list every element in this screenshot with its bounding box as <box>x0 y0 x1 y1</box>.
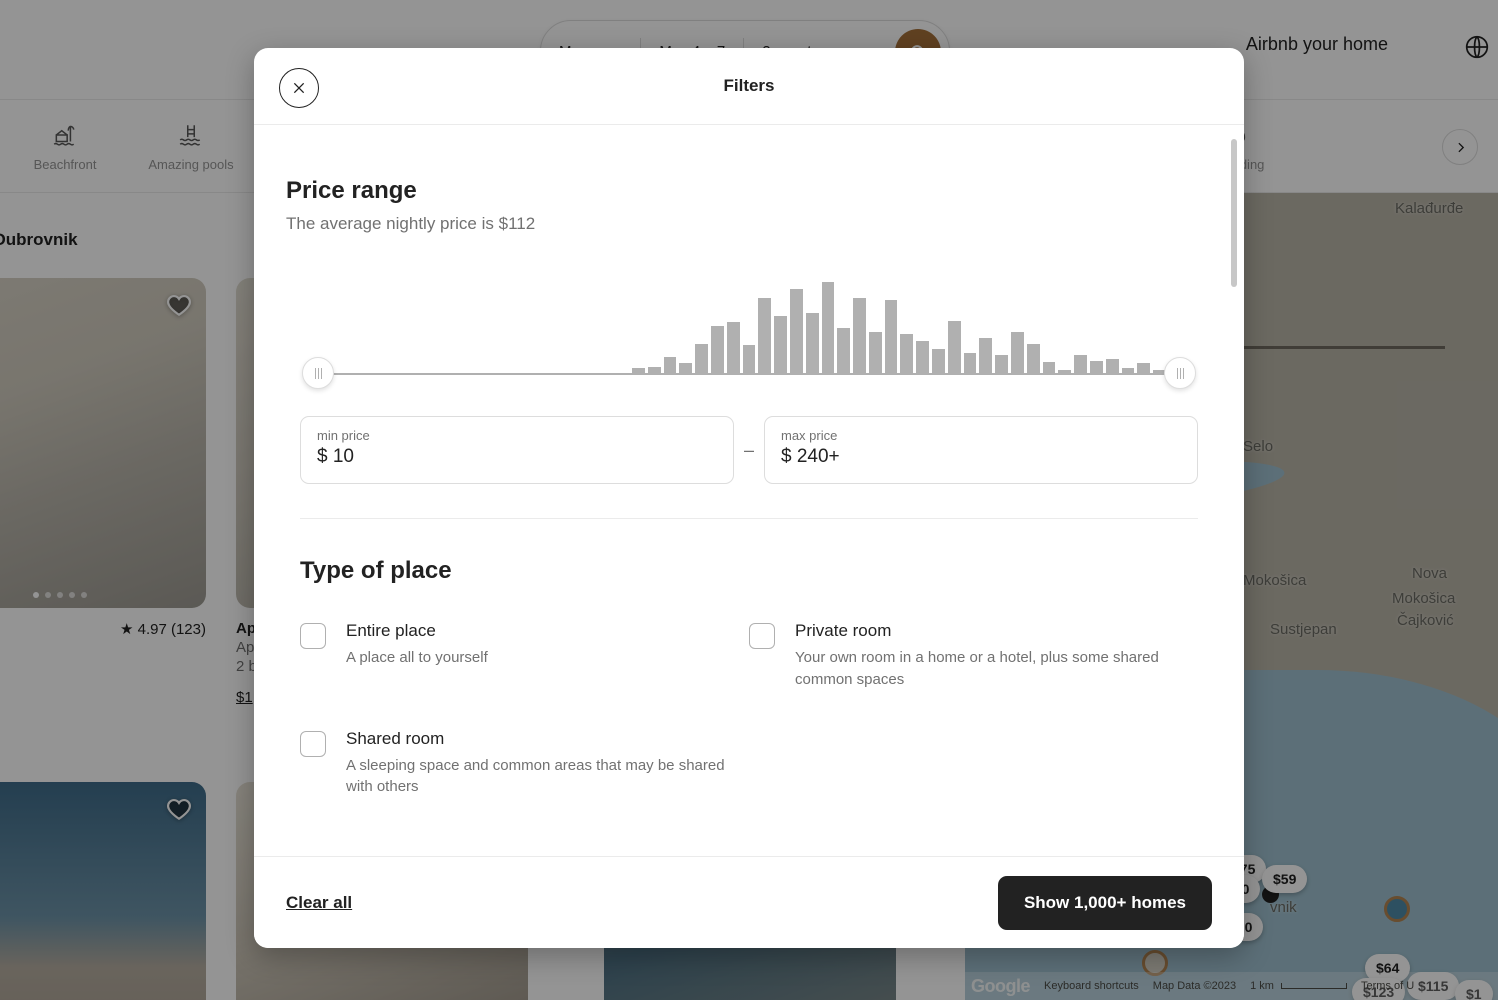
price-inputs-row: min price $ 10 – max price $ 240+ <box>286 416 1212 484</box>
price-slider-min-handle[interactable] <box>302 357 334 389</box>
private-room-checkbox[interactable] <box>749 623 775 649</box>
slider-grip-icon <box>1183 368 1184 379</box>
histogram-bar <box>695 344 708 374</box>
price-slider-track[interactable] <box>332 373 1166 375</box>
histogram-bar <box>948 321 961 374</box>
price-slider-max-handle[interactable] <box>1164 357 1196 389</box>
histogram-bar <box>979 338 992 374</box>
entire-place-label: Entire place <box>346 621 488 641</box>
min-price-label: min price <box>317 428 717 443</box>
shared-room-label: Shared room <box>346 729 736 749</box>
close-icon <box>292 81 306 95</box>
histogram-bar <box>1027 344 1040 374</box>
histogram-bar <box>664 357 677 374</box>
option-entire-place[interactable]: Entire place A place all to yourself <box>300 621 749 691</box>
histogram-bar <box>995 355 1008 374</box>
histogram-bar <box>822 282 835 374</box>
histogram-bar <box>806 313 819 374</box>
histogram-bar <box>853 298 866 374</box>
price-range-subtitle: The average nightly price is $112 <box>286 214 1212 234</box>
filters-modal: Filters Price range The average nightly … <box>254 48 1244 948</box>
private-room-description: Your own room in a home or a hotel, plus… <box>795 647 1185 691</box>
slider-grip-icon <box>315 368 316 379</box>
price-histogram-slider[interactable] <box>286 278 1212 394</box>
price-range-title: Price range <box>286 177 1212 205</box>
histogram-bar <box>711 326 724 374</box>
histogram-bar <box>758 298 771 374</box>
histogram-bar <box>932 349 945 374</box>
histogram-bar <box>774 316 787 374</box>
histogram-bar <box>1074 355 1087 374</box>
histogram-bar <box>900 334 913 374</box>
close-button[interactable] <box>279 68 319 108</box>
slider-grip-icon <box>321 368 322 379</box>
shared-room-checkbox[interactable] <box>300 731 326 757</box>
modal-footer: Clear all Show 1,000+ homes <box>254 856 1244 948</box>
max-price-label: max price <box>781 428 1181 443</box>
histogram-bar <box>743 345 756 374</box>
max-price-field[interactable]: max price $ 240+ <box>764 416 1198 484</box>
private-room-label: Private room <box>795 621 1185 641</box>
histogram-bar <box>727 322 740 374</box>
histogram-bar <box>837 328 850 374</box>
min-price-field[interactable]: min price $ 10 <box>300 416 734 484</box>
option-private-room[interactable]: Private room Your own room in a home or … <box>749 621 1198 691</box>
app-root: es in Dubrovnik Dubrovnik <box>0 0 1498 1000</box>
option-shared-room[interactable]: Shared room A sleeping space and common … <box>300 729 749 799</box>
modal-header: Filters <box>254 48 1244 125</box>
price-histogram <box>316 282 1182 374</box>
slider-grip-icon <box>1180 368 1181 379</box>
modal-body[interactable]: Price range The average nightly price is… <box>254 125 1244 856</box>
min-price-value[interactable]: $ 10 <box>317 446 717 468</box>
histogram-bar <box>869 332 882 374</box>
section-divider <box>300 518 1198 519</box>
entire-place-description: A place all to yourself <box>346 647 488 669</box>
histogram-bar <box>790 289 803 374</box>
price-range-separator: – <box>734 440 764 461</box>
histogram-bar <box>885 300 898 374</box>
histogram-bar <box>964 353 977 374</box>
clear-all-button[interactable]: Clear all <box>286 893 352 913</box>
histogram-bar <box>1090 361 1103 374</box>
histogram-bar <box>916 341 929 374</box>
shared-room-description: A sleeping space and common areas that m… <box>346 755 736 799</box>
type-of-place-title: Type of place <box>300 557 1198 585</box>
type-of-place-section: Type of place Entire place A place all t… <box>286 557 1212 798</box>
modal-scrollbar-thumb[interactable] <box>1231 139 1237 287</box>
histogram-bar <box>1106 359 1119 374</box>
histogram-bar <box>1011 332 1024 374</box>
entire-place-checkbox[interactable] <box>300 623 326 649</box>
modal-title: Filters <box>723 76 774 96</box>
slider-grip-icon <box>1177 368 1178 379</box>
slider-grip-icon <box>318 368 319 379</box>
max-price-value[interactable]: $ 240+ <box>781 446 1181 468</box>
type-of-place-options: Entire place A place all to yourself Pri… <box>300 621 1198 798</box>
show-homes-button[interactable]: Show 1,000+ homes <box>998 876 1212 930</box>
